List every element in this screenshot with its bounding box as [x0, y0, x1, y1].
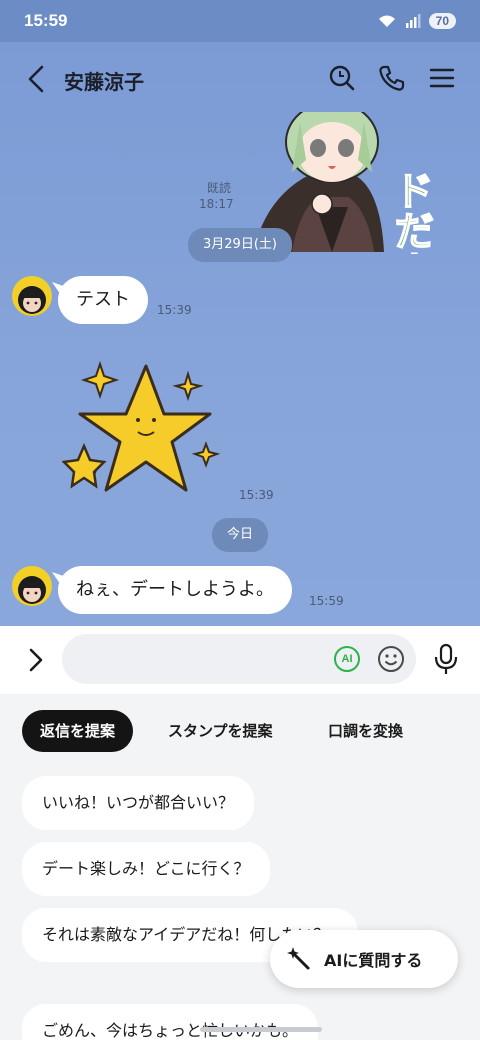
status-bar: 15:59 70 [0, 0, 480, 42]
battery-indicator: 70 [428, 13, 456, 29]
menu-icon[interactable] [426, 62, 458, 94]
magic-wand-icon [287, 947, 310, 970]
status-time: 15:59 [24, 11, 68, 30]
chevron-right-icon[interactable] [24, 646, 48, 674]
date-separator: 3月29日(土) [188, 228, 292, 262]
avatar-image [18, 286, 46, 314]
home-indicator[interactable] [200, 1027, 322, 1032]
search-icon[interactable] [326, 62, 358, 94]
read-status: 既読 [207, 181, 232, 195]
star-sticker-image[interactable] [62, 358, 222, 498]
ai-assist-button[interactable]: AI [334, 646, 360, 672]
emoji-icon[interactable] [376, 644, 406, 674]
back-arrow-icon[interactable] [22, 62, 52, 96]
tab-tone-convert[interactable]: 口調を変換 [328, 710, 403, 752]
tab-reply-suggest[interactable]: 返信を提案 [22, 710, 134, 752]
status-icons: 70 [377, 13, 456, 29]
chat-header: 安藤涼子 [0, 42, 480, 114]
message-time: 15:39 [157, 303, 192, 317]
suggestion-panel: 返信を提案 スタンプを提案 口調を変換 いいね！いつが都合いい？ デート楽しみ！… [0, 694, 480, 1040]
signal-icon [405, 14, 421, 28]
avatar-image [18, 576, 46, 604]
suggested-reply[interactable]: ごめん、今はちょっと忙しいかも。 [22, 1004, 319, 1040]
microphone-icon[interactable] [432, 642, 460, 676]
suggested-reply[interactable]: デート楽しみ！どこに行く？ [22, 842, 270, 896]
message-bubble[interactable]: テスト [58, 276, 148, 324]
phone-icon[interactable] [376, 62, 408, 94]
avatar[interactable] [12, 276, 52, 316]
message-input-bar: AI [0, 626, 480, 694]
tab-sticker-suggest[interactable]: スタンプを提案 [168, 710, 273, 752]
sticker-text: ドだよ [387, 170, 433, 254]
avatar[interactable] [12, 566, 52, 606]
message-time: 15:39 [239, 488, 274, 502]
message-time: 15:59 [309, 594, 344, 608]
message-bubble[interactable]: ねぇ、デートしようよ。 [58, 566, 292, 614]
chat-title[interactable]: 安藤涼子 [64, 66, 144, 95]
suggested-reply[interactable]: いいね！いつが都合いい？ [22, 776, 255, 830]
message-input[interactable] [62, 634, 416, 684]
ai-question-label: AIに質問する [324, 951, 423, 970]
ai-question-button[interactable]: AIに質問する [270, 930, 458, 988]
wifi-icon [378, 15, 395, 27]
date-separator: 今日 [212, 518, 268, 552]
chat-area[interactable]: 安藤涼子 ドだよ 既読 18:17 3月29日(土) テスト 15:39 15:… [0, 42, 480, 626]
read-time: 18:17 [199, 197, 234, 211]
